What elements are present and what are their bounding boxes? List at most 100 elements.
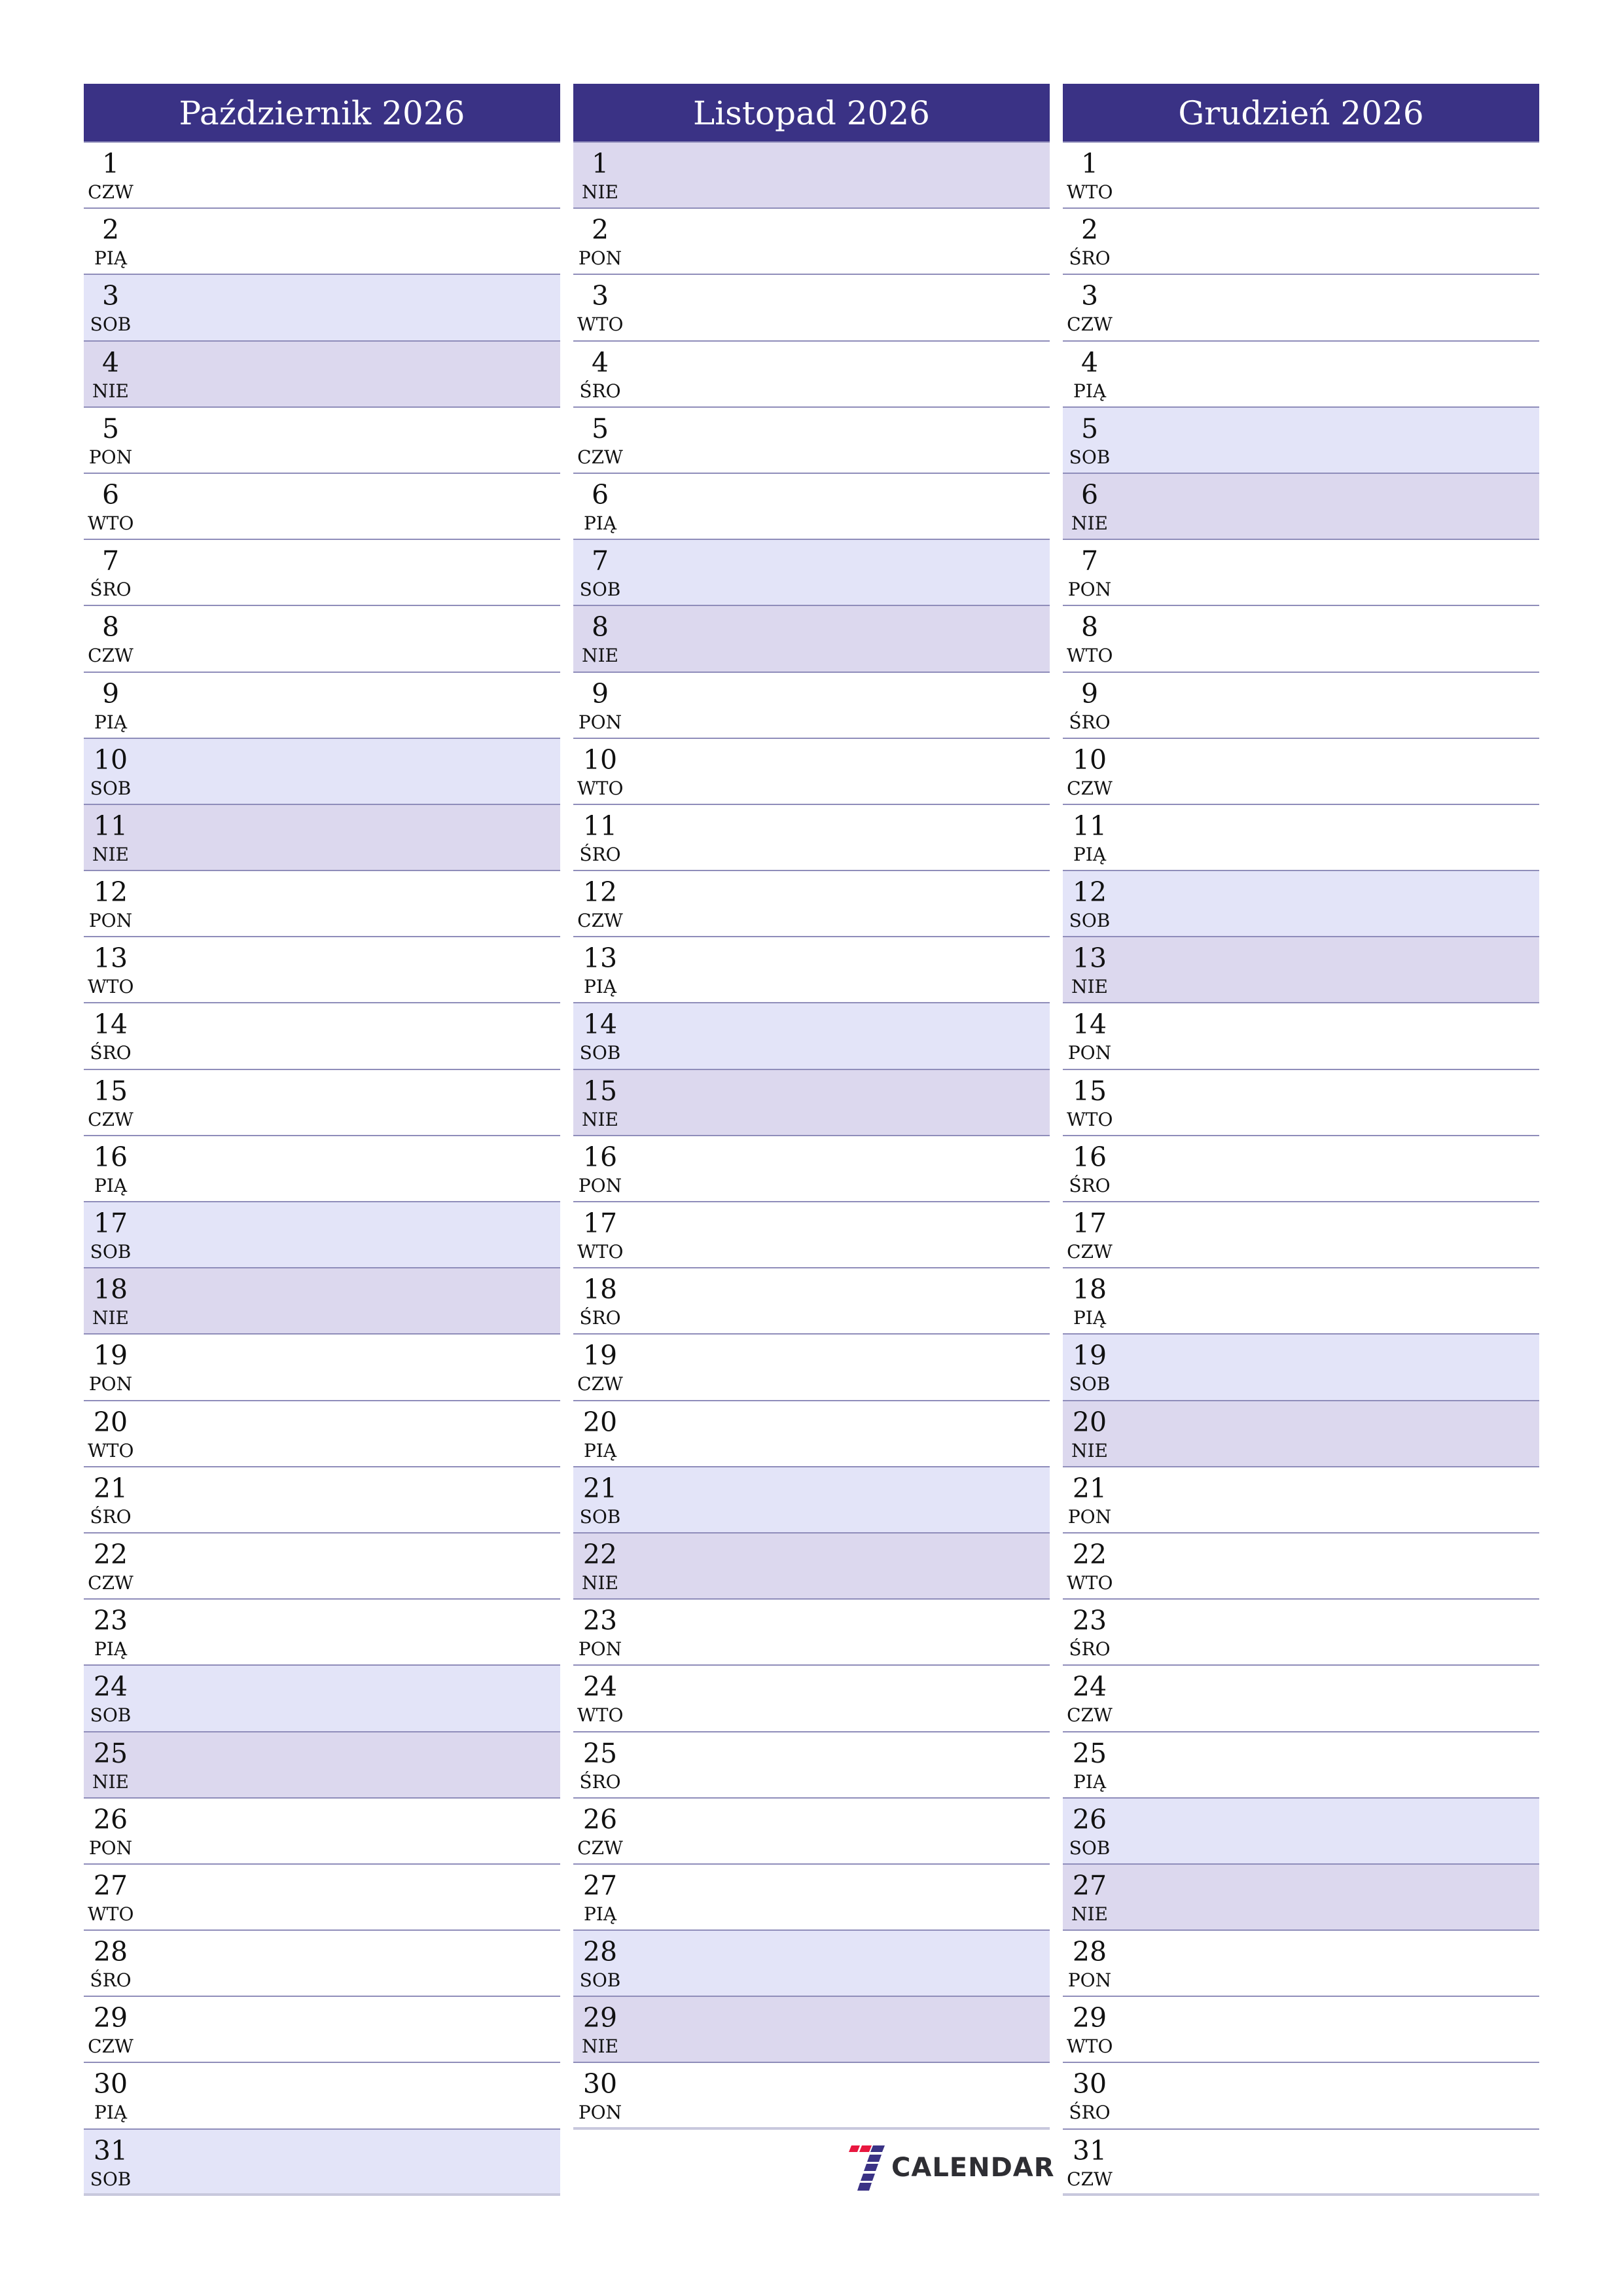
day-weekday: WTO [577, 1241, 624, 1263]
day-number: 4 [1080, 346, 1099, 378]
day-weekday: PIĄ [583, 1439, 617, 1462]
day-number: 20 [582, 1406, 618, 1438]
day-number: 30 [582, 2068, 618, 2100]
day-row: 14 PON [1063, 1003, 1539, 1070]
day-number: 10 [1072, 744, 1107, 776]
day-number: 5 [101, 412, 120, 444]
logo-blue-block [867, 2155, 882, 2162]
day-weekday: SOB [90, 1704, 132, 1727]
day-number: 2 [1080, 214, 1099, 246]
day-weekday: PON [1067, 1505, 1112, 1528]
day-row: 16 PIĄ [84, 1136, 560, 1202]
day-row: 13 PIĄ [573, 937, 1050, 1004]
day-row: 11 ŚRO [573, 804, 1050, 872]
day-number: 26 [93, 1803, 128, 1835]
day-number: 22 [1072, 1538, 1107, 1570]
day-number: 15 [582, 1075, 618, 1107]
day-number: 29 [93, 2002, 128, 2034]
day-row: 3 SOB [84, 275, 560, 342]
day-number: 25 [1072, 1737, 1107, 1769]
day-row: 28 ŚRO [84, 1931, 560, 1998]
day-row: 27 NIE [1063, 1864, 1539, 1931]
day-row: 11 PIĄ [1063, 804, 1539, 872]
day-row: 22 WTO [1063, 1533, 1539, 1600]
day-weekday: SOB [90, 2168, 132, 2190]
day-number: 6 [101, 478, 120, 511]
day-number: 2 [101, 214, 120, 246]
day-number: 28 [93, 1936, 128, 1968]
day-weekday: PIĄ [94, 247, 128, 270]
day-row: 30 PON [573, 2063, 1050, 2130]
day-weekday: PON [88, 910, 133, 932]
day-list: 1 CZW 2 PIĄ 3 SOB 4 NIE 5 PON 6 WTO 7 ŚRO 8 CZW 9 PIĄ 10 SO… [84, 143, 560, 2196]
day-weekday: PIĄ [1073, 380, 1107, 402]
day-number: 1 [1080, 148, 1099, 179]
day-weekday: NIE [1071, 1903, 1108, 1925]
day-weekday: CZW [1067, 2168, 1113, 2190]
day-weekday: WTO [1067, 2036, 1113, 2058]
day-weekday: WTO [1067, 1108, 1113, 1130]
day-number: 17 [1072, 1208, 1107, 1239]
day-weekday: ŚRO [1069, 247, 1111, 270]
day-row: 10 WTO [573, 738, 1050, 805]
day-row: 22 NIE [573, 1533, 1050, 1600]
day-number: 24 [582, 1671, 618, 1703]
day-row: 27 WTO [84, 1864, 560, 1931]
day-number: 20 [93, 1406, 128, 1438]
day-weekday: CZW [88, 181, 134, 203]
day-number: 21 [1072, 1472, 1107, 1504]
day-weekday: NIE [582, 645, 618, 667]
day-number: 16 [1072, 1141, 1107, 1173]
day-weekday: SOB [1069, 1373, 1111, 1395]
day-weekday: PON [578, 1174, 622, 1196]
day-weekday: ŚRO [579, 843, 621, 865]
day-row: 4 NIE [84, 341, 560, 408]
day-weekday: NIE [92, 380, 129, 402]
day-number: 18 [93, 1274, 128, 1306]
day-number: 17 [582, 1208, 618, 1239]
day-weekday: PIĄ [94, 1638, 128, 1660]
day-weekday: ŚRO [90, 1969, 132, 1992]
day-number: 6 [591, 478, 609, 511]
day-number: 16 [93, 1141, 128, 1173]
day-row: 23 PON [573, 1600, 1050, 1666]
day-weekday: SOB [579, 1042, 621, 1064]
day-row: 31 CZW [1063, 2129, 1539, 2196]
brand-logo: CALENDAR [846, 2143, 1055, 2193]
day-number: 8 [1080, 611, 1099, 643]
day-number: 19 [93, 1340, 128, 1372]
logo-text: CALENDAR [891, 2153, 1055, 2183]
day-row: 30 ŚRO [1063, 2063, 1539, 2130]
day-weekday: PON [578, 2102, 622, 2124]
day-weekday: NIE [92, 1770, 129, 1793]
day-weekday: PON [578, 247, 622, 270]
day-number: 31 [93, 2134, 128, 2166]
day-weekday: NIE [92, 843, 129, 865]
day-number: 7 [591, 545, 609, 577]
logo-red-block [859, 2145, 872, 2152]
day-number: 8 [591, 611, 609, 643]
day-list: 1 WTO 2 ŚRO 3 CZW 4 PIĄ 5 SOB 6 NIE 7 PON 8 WTO 9 ŚRO 10 CZ… [1063, 143, 1539, 2196]
day-number: 13 [1072, 942, 1107, 975]
day-row: 9 PON [573, 672, 1050, 739]
day-weekday: NIE [582, 2036, 618, 2058]
day-row: 8 CZW [84, 606, 560, 673]
day-weekday: WTO [1067, 645, 1113, 667]
day-weekday: PON [88, 1837, 133, 1859]
day-number: 5 [591, 412, 609, 444]
day-weekday: ŚRO [579, 1770, 621, 1793]
day-weekday: ŚRO [90, 579, 132, 601]
day-number: 17 [93, 1208, 128, 1239]
day-weekday: CZW [577, 910, 623, 932]
day-number: 2 [591, 214, 609, 246]
day-row: 28 SOB [573, 1931, 1050, 1998]
day-number: 24 [93, 1671, 128, 1703]
day-row: 29 WTO [1063, 1997, 1539, 2064]
day-number: 14 [93, 1009, 128, 1041]
day-row: 26 SOB [1063, 1798, 1539, 1865]
day-row: 2 PIĄ [84, 209, 560, 276]
day-number: 3 [591, 280, 609, 312]
day-number: 15 [1072, 1075, 1107, 1107]
day-number: 13 [582, 942, 618, 975]
day-row: 28 PON [1063, 1931, 1539, 1998]
